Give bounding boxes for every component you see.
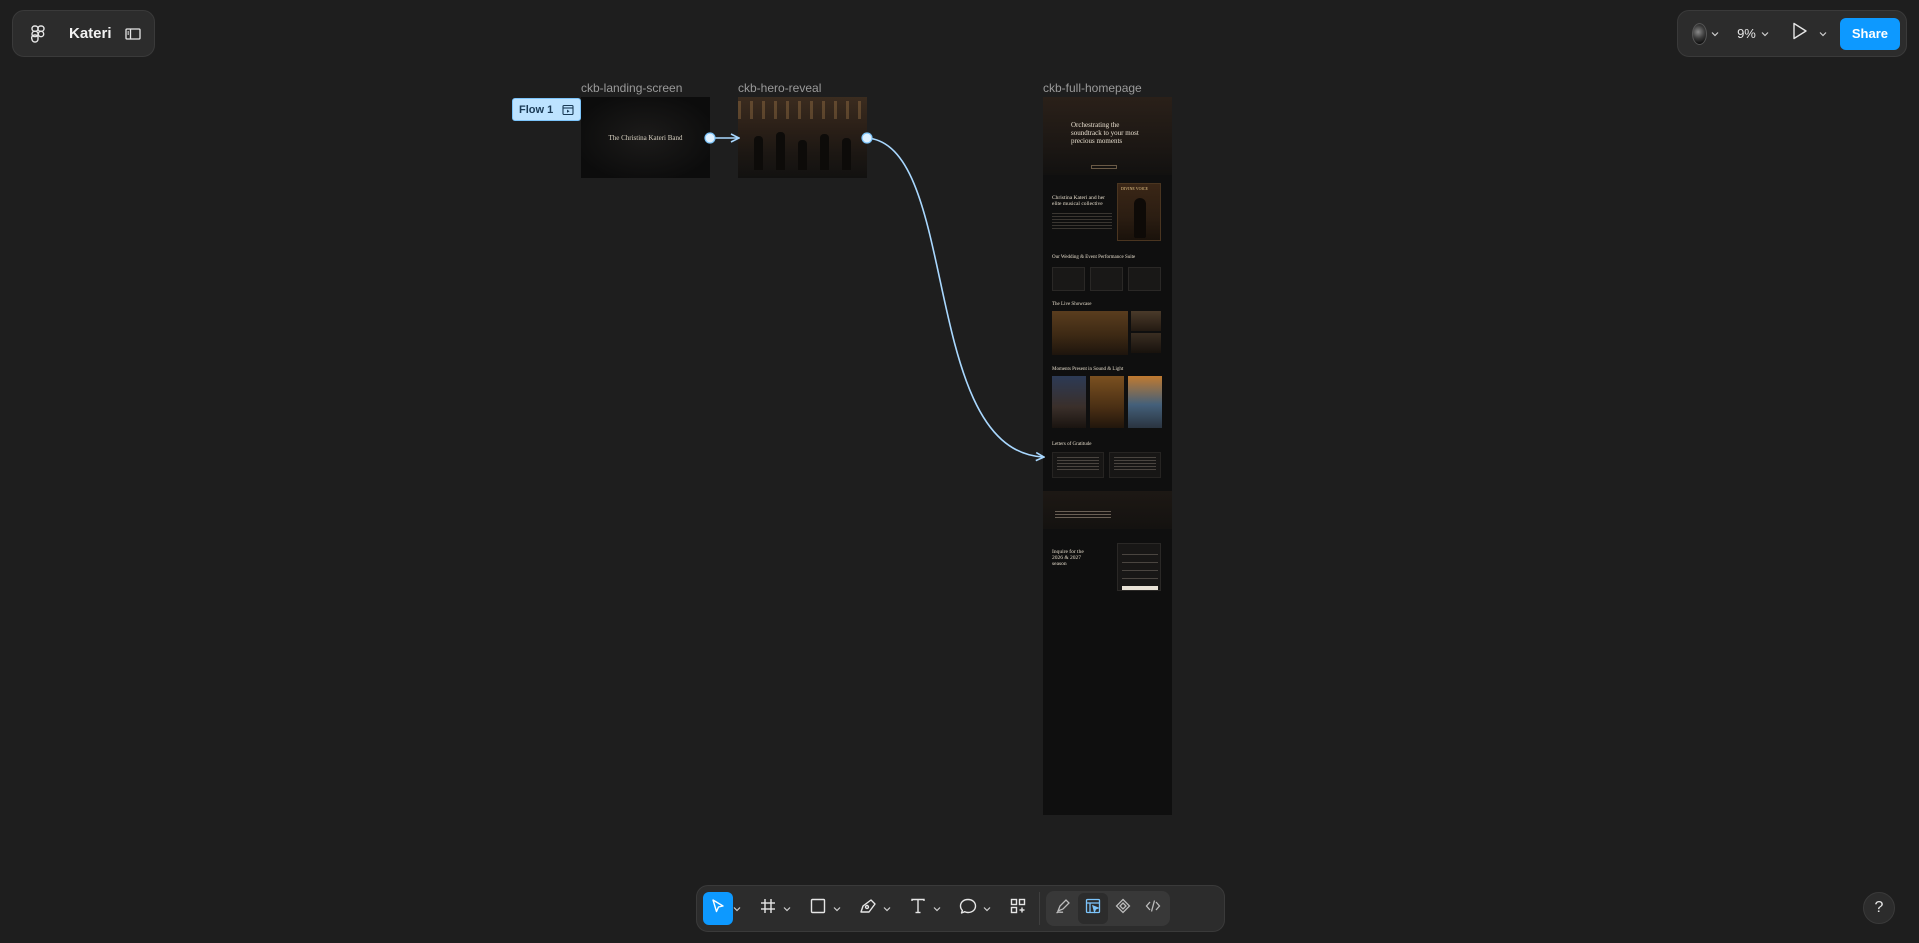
code-icon	[1145, 898, 1161, 919]
homepage-testimonials: Letters of Gratitude	[1043, 442, 1172, 484]
chevron-down-icon[interactable]	[883, 892, 891, 925]
draw-icon	[1055, 898, 1071, 919]
play-icon	[1792, 22, 1808, 45]
avatar[interactable]	[1692, 22, 1708, 45]
homepage-about: Christina Kateri and her elite musical c…	[1043, 183, 1172, 245]
actions-tool[interactable]	[1003, 892, 1033, 925]
showcase-thumb	[1131, 311, 1161, 331]
chevron-down-icon[interactable]	[933, 892, 941, 925]
project-name[interactable]: Kateri	[69, 25, 112, 42]
gallery-image	[1052, 376, 1086, 428]
frame-label-hero[interactable]: ckb-hero-reveal	[738, 81, 821, 95]
gallery-heading: Moments Present in Sound & Light	[1052, 367, 1124, 372]
prototype-icon	[1115, 898, 1131, 919]
testimonials-heading: Letters of Gratitude	[1052, 442, 1092, 447]
draw-mode[interactable]	[1048, 893, 1078, 924]
file-menu-panel: Kateri	[12, 10, 155, 57]
service-card	[1052, 267, 1085, 291]
showcase-thumb	[1131, 333, 1161, 353]
homepage-hero: Orchestrating the soundtrack to your mos…	[1043, 97, 1172, 175]
gallery-image	[1090, 376, 1124, 428]
band-image	[748, 128, 857, 170]
chevron-down-icon[interactable]	[1818, 29, 1828, 39]
services-heading: Our Wedding & Event Performance Suite	[1052, 255, 1136, 260]
flow-play-icon[interactable]	[562, 104, 574, 116]
about-body	[1052, 213, 1112, 231]
present-button[interactable]	[1792, 22, 1828, 45]
mode-switcher	[1046, 891, 1170, 926]
frame-label-landing[interactable]: ckb-landing-screen	[581, 81, 682, 95]
cursor-icon	[710, 898, 726, 919]
comment-icon	[959, 898, 977, 919]
portrait-image: DIVINE VOICE	[1117, 183, 1161, 241]
pen-icon	[859, 898, 877, 919]
testimonial-card	[1109, 452, 1161, 478]
text-icon	[910, 898, 926, 919]
pen-tool[interactable]	[853, 892, 883, 925]
frame-full-homepage[interactable]: Orchestrating the soundtrack to your mos…	[1043, 97, 1172, 815]
chevron-down-icon[interactable]	[733, 892, 741, 925]
frame-label-homepage[interactable]: ckb-full-homepage	[1043, 81, 1142, 95]
toolbar-divider	[1039, 892, 1040, 925]
homepage-services: Our Wedding & Event Performance Suite	[1043, 255, 1172, 297]
header-actions: 9% Share	[1677, 10, 1907, 57]
landing-title: The Christina Kateri Band	[608, 133, 683, 142]
dev-mode[interactable]	[1138, 893, 1168, 924]
showcase-image	[1052, 311, 1128, 355]
flow-starting-point[interactable]: Flow 1	[512, 98, 581, 121]
move-tool[interactable]	[703, 892, 733, 925]
zoom-dropdown[interactable]: 9%	[1737, 26, 1770, 41]
frame-landing-screen[interactable]: The Christina Kateri Band	[581, 97, 710, 178]
chevron-down-icon[interactable]	[783, 892, 791, 925]
actions-icon	[1010, 898, 1026, 919]
homepage-contact: Inquire for the 2026 & 2027 season	[1043, 543, 1172, 595]
contact-heading: Inquire for the 2026 & 2027 season	[1052, 549, 1084, 567]
share-button[interactable]: Share	[1839, 17, 1900, 50]
chevron-down-icon[interactable]	[833, 892, 841, 925]
chevron-down-icon[interactable]	[1711, 29, 1719, 39]
chevron-down-icon	[1760, 29, 1770, 39]
canvas[interactable]: Kateri 9% Share ckb-landing-screen ckb-h…	[0, 0, 1919, 943]
service-card	[1128, 267, 1161, 291]
bottom-toolbar	[696, 885, 1225, 932]
frame-tool[interactable]	[753, 892, 783, 925]
hero-cta	[1091, 165, 1117, 169]
testimonial-card	[1052, 452, 1104, 478]
zoom-value: 9%	[1737, 26, 1756, 41]
rectangle-icon	[810, 898, 826, 919]
text-tool[interactable]	[903, 892, 933, 925]
connector-hero-to-homepage	[866, 137, 1043, 457]
frame-icon	[760, 898, 776, 919]
chevron-down-icon[interactable]	[983, 892, 991, 925]
frame-hero-reveal[interactable]	[738, 97, 867, 178]
prototype-mode[interactable]	[1108, 893, 1138, 924]
comment-tool[interactable]	[953, 892, 983, 925]
about-heading: Christina Kateri and her elite musical c…	[1052, 195, 1105, 207]
service-card	[1090, 267, 1123, 291]
gallery-image	[1128, 376, 1162, 428]
design-icon	[1085, 898, 1101, 919]
flow-label: Flow 1	[519, 103, 554, 116]
homepage-live-showcase: The Live Showcase	[1043, 302, 1172, 364]
homepage-cta-banner	[1043, 491, 1172, 529]
homepage-gallery: Moments Present in Sound & Light	[1043, 367, 1172, 433]
help-button[interactable]: ?	[1863, 892, 1895, 924]
rectangle-tool[interactable]	[803, 892, 833, 925]
live-heading: The Live Showcase	[1052, 302, 1092, 307]
prototype-connectors	[704, 132, 1919, 943]
sidebar-toggle-icon[interactable]	[122, 23, 144, 45]
hero-headline: Orchestrating the soundtrack to your mos…	[1071, 121, 1139, 145]
figma-menu-icon[interactable]	[27, 23, 49, 45]
stage-lights	[738, 101, 867, 119]
inquiry-form	[1117, 543, 1161, 591]
design-mode[interactable]	[1078, 893, 1108, 924]
portrait-caption: DIVINE VOICE	[1121, 186, 1148, 191]
